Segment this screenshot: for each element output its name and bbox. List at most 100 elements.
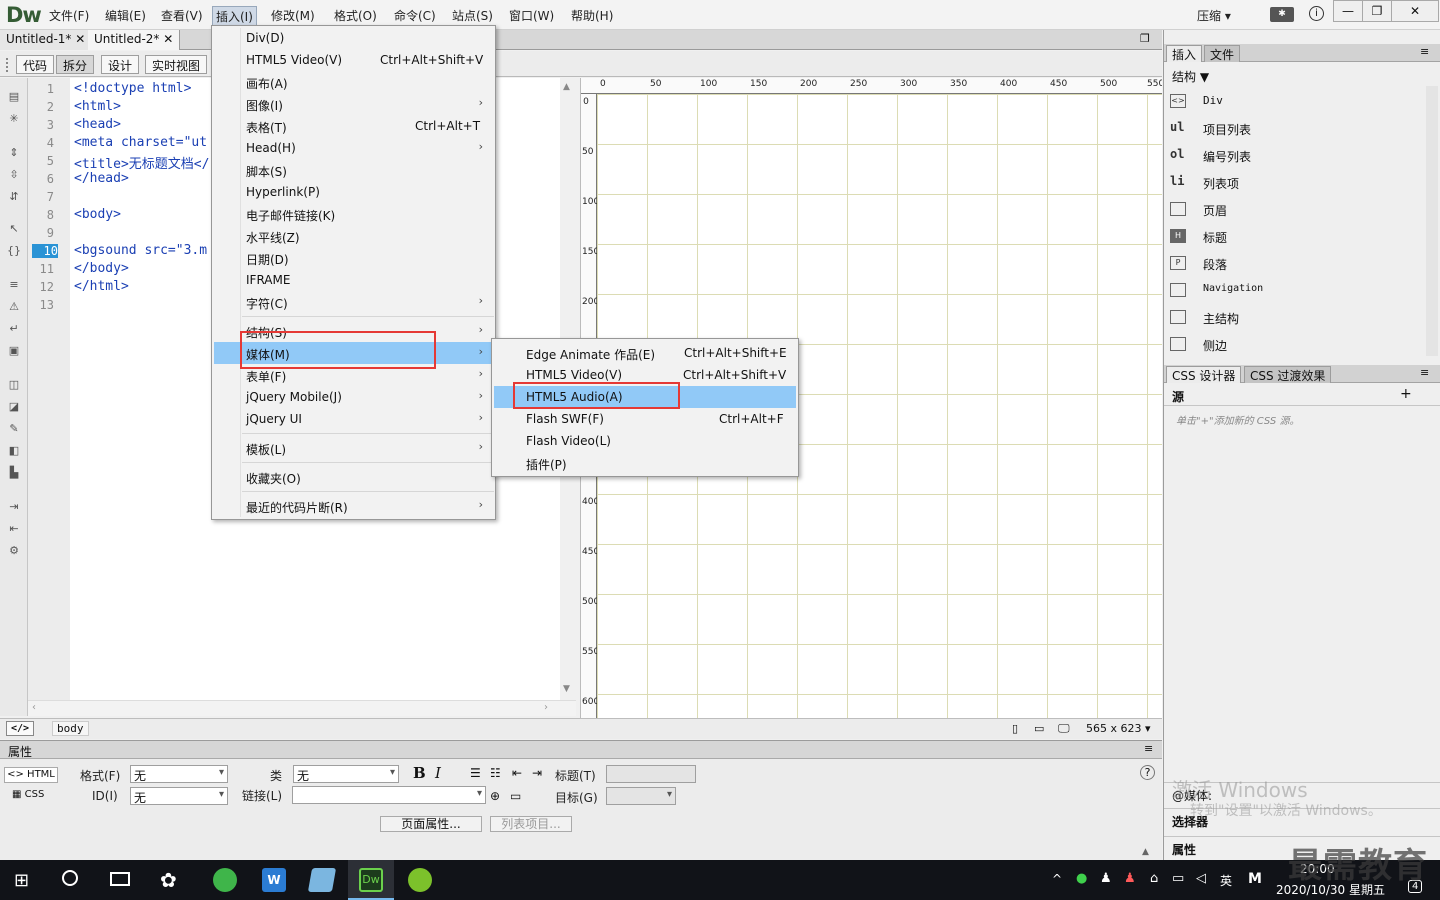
help-icon[interactable]: ? [1140, 765, 1155, 780]
close-button[interactable]: ✕ [1391, 0, 1439, 22]
restore-icon[interactable]: ❐ [1140, 32, 1150, 45]
move-css-icon[interactable]: ▙ [6, 466, 22, 480]
insert-item-header[interactable]: 页眉 [1170, 199, 1420, 221]
balance-braces-icon[interactable]: {} [6, 244, 22, 258]
add-source-button[interactable]: + [1400, 386, 1412, 402]
link-input[interactable]: ▾ [292, 786, 486, 804]
volume-icon[interactable]: ◁ [1196, 871, 1206, 886]
panel-menu-icon[interactable]: ≡ [1144, 742, 1153, 755]
menu-help[interactable]: 帮助(H) [568, 6, 616, 25]
panel-menu-icon[interactable]: ≡ [1420, 366, 1429, 379]
wps-writer-icon[interactable]: W [262, 868, 286, 892]
css-mode-button[interactable]: ▦ CSS [12, 789, 44, 800]
menu-item-favorites[interactable]: 收藏夹(O) [214, 466, 493, 488]
wrap-tag-icon[interactable]: ✎ [6, 422, 22, 436]
insert-item-li[interactable]: li 列表项 [1170, 172, 1420, 194]
ordered-list-icon[interactable]: ☷ [490, 766, 501, 780]
word-wrap-icon[interactable]: ↵ [6, 322, 22, 336]
page-properties-button[interactable]: 页面属性... [380, 816, 482, 832]
insert-panel-scrollbar[interactable] [1426, 86, 1438, 356]
qq-alt-icon[interactable]: ♟ [1124, 871, 1136, 886]
scroll-down-icon[interactable]: ▼ [563, 684, 570, 694]
target-select[interactable]: ▾ [606, 787, 676, 805]
format-select[interactable]: 无 ▾ [130, 765, 228, 783]
html-mode-button[interactable]: <> HTML [4, 767, 58, 783]
menu-item-jquery-ui[interactable]: jQuery UI › [214, 408, 493, 430]
insert-category-dropdown[interactable]: 结构 ▼ [1172, 68, 1209, 85]
tab-files[interactable]: 文件 [1204, 45, 1241, 62]
italic-button[interactable]: I [435, 764, 441, 782]
tab-insert[interactable]: 插入 [1166, 45, 1203, 62]
info-icon[interactable]: i [1309, 6, 1324, 21]
tab-css-designer[interactable]: CSS 设计器 [1166, 366, 1242, 383]
collapse-selection-icon[interactable]: ⇳ [6, 168, 22, 182]
remove-comment-icon[interactable]: ◪ [6, 400, 22, 414]
highlight-invalid-icon[interactable]: ⚠ [6, 300, 22, 314]
menu-item-recent-snippets[interactable]: 最近的代码片断(R) › [214, 495, 493, 517]
notes-app-icon[interactable] [307, 868, 337, 892]
point-to-file-icon[interactable]: ⊕ [490, 789, 500, 803]
insert-item-navigation[interactable]: Navigation [1170, 280, 1420, 302]
menu-item-table[interactable]: 表格(T) Ctrl+Alt+T [214, 115, 493, 137]
window-size[interactable]: 565 x 623 ▾ [1086, 722, 1151, 735]
menu-file[interactable]: 文件(F) [46, 6, 92, 25]
insert-item-ol[interactable]: ol 编号列表 [1170, 145, 1420, 167]
outdent-icon[interactable]: ⇤ [6, 522, 22, 536]
tag-body[interactable]: body [52, 721, 89, 736]
menu-item-script[interactable]: 脚本(S) [214, 159, 493, 181]
submenu-item-edge-animate[interactable]: Edge Animate 作品(E) Ctrl+Alt+Shift+E [494, 342, 796, 364]
indent-icon[interactable]: ⇥ [532, 766, 542, 780]
wechat-icon[interactable]: ● [1076, 871, 1087, 886]
doc-tab-untitled-1[interactable]: Untitled-1* ✕ [0, 30, 93, 50]
submenu-item-flash-swf[interactable]: Flash SWF(F) Ctrl+Alt+F [494, 408, 796, 430]
bold-button[interactable]: B [413, 764, 426, 782]
menu-command[interactable]: 命令(C) [391, 6, 439, 25]
menu-item-hyperlink[interactable]: Hyperlink(P) [214, 181, 493, 203]
minimize-button[interactable]: — [1333, 0, 1363, 22]
maximize-button[interactable]: ❐ [1362, 0, 1392, 22]
insert-item-div[interactable]: <> Div [1170, 91, 1420, 113]
menu-item-iframe[interactable]: IFRAME [214, 269, 493, 291]
menu-insert[interactable]: 插入(I) [212, 6, 257, 27]
file-management-icon[interactable]: ✳ [6, 112, 22, 126]
code-horizontal-scrollbar[interactable]: ‹ › [28, 700, 576, 716]
submenu-item-flash-video[interactable]: Flash Video(L) [494, 430, 796, 452]
insert-item-aside[interactable]: 侧边 [1170, 334, 1420, 356]
scroll-left-icon[interactable]: ‹ [32, 702, 36, 713]
notification-bell-icon[interactable]: ⌂ [1150, 871, 1158, 886]
qq-icon[interactable]: ♟ [1100, 871, 1112, 886]
menu-item-html5-video[interactable]: HTML5 Video(V) Ctrl+Alt+Shift+V [214, 49, 493, 71]
indent-icon[interactable]: ⇥ [6, 500, 22, 514]
unordered-list-icon[interactable]: ☰ [470, 766, 481, 780]
view-design-button[interactable]: 设计 [101, 55, 140, 74]
code-view-icon[interactable]: </> [6, 721, 34, 736]
insert-item-ul[interactable]: ul 项目列表 [1170, 118, 1420, 140]
line-numbers-icon[interactable]: ≡ [6, 278, 22, 292]
pinwheel-app-icon[interactable]: ✿ [160, 868, 177, 892]
desktop-size-icon[interactable]: 🖵 [1058, 721, 1070, 736]
menu-item-head[interactable]: Head(H) › [214, 137, 493, 159]
menu-item-email-link[interactable]: 电子邮件链接(K) [214, 203, 493, 225]
menu-item-image[interactable]: 图像(I) › [214, 93, 493, 115]
browser-icon[interactable] [213, 868, 237, 892]
class-select[interactable]: 无 ▾ [293, 765, 399, 783]
menu-modify[interactable]: 修改(M) [268, 6, 318, 25]
submenu-item-plugin[interactable]: 插件(P) [494, 452, 796, 474]
windows-start-icon[interactable]: ⊞ [14, 870, 29, 891]
scroll-right-icon[interactable]: › [544, 702, 548, 713]
title-input[interactable] [606, 765, 696, 783]
collapse-tag-icon[interactable]: ⇕ [6, 146, 22, 160]
close-icon[interactable]: ✕ [163, 32, 173, 46]
format-source-icon[interactable]: ⚙ [6, 544, 22, 558]
menu-item-jquery-mobile[interactable]: jQuery Mobile(J) › [214, 386, 493, 408]
expand-all-icon[interactable]: ⇵ [6, 190, 22, 204]
view-live-button[interactable]: 实时视图 [145, 55, 208, 74]
menu-item-date[interactable]: 日期(D) [214, 247, 493, 269]
ime-icon[interactable]: M [1248, 871, 1262, 887]
collapse-icon[interactable]: ▲ [1142, 847, 1149, 857]
input-language[interactable]: 英 [1220, 872, 1232, 889]
insert-item-heading[interactable]: H 标题 [1170, 226, 1420, 248]
menu-edit[interactable]: 编辑(E) [102, 6, 149, 25]
view-code-button[interactable]: 代码 [16, 55, 55, 74]
menu-format[interactable]: 格式(O) [331, 6, 380, 25]
